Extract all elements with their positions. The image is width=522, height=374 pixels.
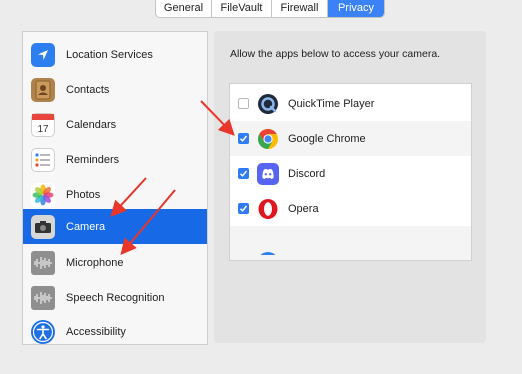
microphone-waveform-icon	[31, 250, 55, 275]
sidebar-item-label: Contacts	[66, 83, 110, 96]
calendar-icon-day: 17	[37, 124, 49, 135]
camera-permission-pane: Allow the apps below to access your came…	[214, 31, 486, 343]
app-permission-list[interactable]: QuickTime Player Google Chrome Discord O…	[229, 83, 472, 261]
pane-heading: Allow the apps below to access your came…	[230, 48, 441, 60]
tab-privacy[interactable]: Privacy	[328, 0, 384, 17]
discord-icon	[257, 162, 279, 185]
privacy-category-list: Location Services Contacts 17 Calendars	[22, 31, 208, 345]
photos-flower-icon	[31, 182, 55, 207]
opera-checkbox[interactable]	[238, 203, 249, 214]
sidebar-item-contacts[interactable]: Contacts	[23, 72, 207, 107]
sidebar-item-camera[interactable]: Camera	[23, 209, 207, 244]
tab-general[interactable]: General	[156, 0, 212, 17]
app-row-partial	[230, 226, 471, 260]
sidebar-item-photos[interactable]: Photos	[23, 177, 207, 212]
sidebar-item-speech-recognition[interactable]: Speech Recognition	[23, 280, 207, 315]
sidebar-item-accessibility[interactable]: Accessibility	[23, 314, 207, 349]
sidebar-item-label: Location Services	[66, 48, 153, 61]
sidebar-item-label: Accessibility	[66, 325, 126, 338]
sidebar-item-reminders[interactable]: Reminders	[23, 142, 207, 177]
calendar-icon: 17	[31, 112, 55, 137]
accessibility-person-icon	[31, 319, 55, 344]
checkmark-icon	[239, 170, 248, 177]
quicktime-checkbox[interactable]	[238, 98, 249, 109]
sidebar-item-microphone[interactable]: Microphone	[23, 245, 207, 280]
checkmark-icon	[239, 205, 248, 212]
tab-bar: General FileVault Firewall Privacy	[155, 0, 385, 18]
sidebar-item-label: Calendars	[66, 118, 117, 131]
sidebar-item-label: Camera	[66, 220, 106, 233]
sidebar-item-calendars[interactable]: 17 Calendars	[23, 107, 207, 142]
tab-filevault[interactable]: FileVault	[212, 0, 272, 17]
app-label: Opera	[288, 202, 319, 215]
app-row-quicktime[interactable]: QuickTime Player	[230, 86, 471, 121]
app-row-discord[interactable]: Discord	[230, 156, 471, 191]
sidebar-item-label: Microphone	[66, 256, 124, 269]
app-row-google-chrome[interactable]: Google Chrome	[230, 121, 471, 156]
location-arrow-icon	[31, 42, 55, 67]
partial-app-icon	[257, 233, 279, 255]
app-row-opera[interactable]: Opera	[230, 191, 471, 226]
google-chrome-checkbox[interactable]	[238, 133, 249, 144]
discord-checkbox[interactable]	[238, 168, 249, 179]
reminders-list-icon	[31, 147, 55, 172]
speech-waveform-icon	[31, 285, 55, 310]
tab-firewall[interactable]: Firewall	[272, 0, 328, 17]
sidebar-item-label: Reminders	[66, 153, 120, 166]
opera-icon	[257, 198, 279, 220]
app-label: QuickTime Player	[288, 97, 375, 110]
chrome-icon	[257, 128, 279, 150]
sidebar-item-label: Speech Recognition	[66, 291, 165, 304]
app-label: Google Chrome	[288, 132, 366, 145]
sidebar-item-location-services[interactable]: Location Services	[23, 37, 207, 72]
contacts-book-icon	[31, 77, 55, 102]
quicktime-icon	[257, 93, 279, 115]
camera-icon	[31, 214, 55, 239]
checkmark-icon	[239, 135, 248, 142]
sidebar-item-label: Photos	[66, 188, 101, 201]
app-label: Discord	[288, 167, 326, 180]
